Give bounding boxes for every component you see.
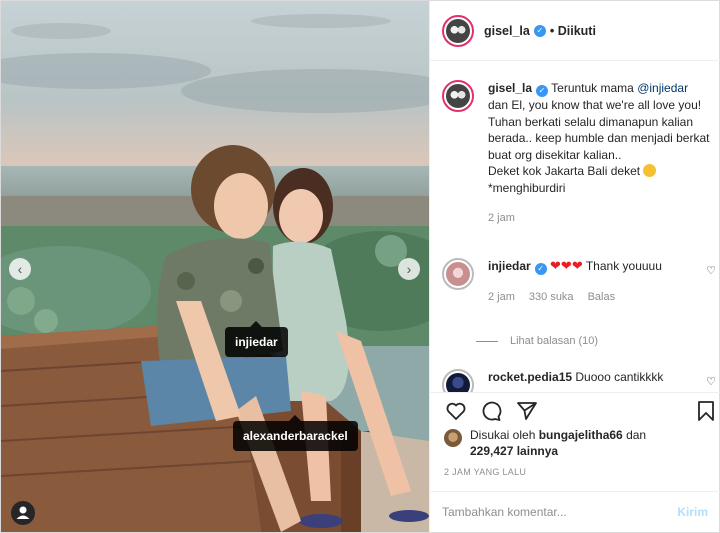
caption-time[interactable]: 2 jam	[488, 212, 515, 224]
chevron-left-icon[interactable]: ‹	[9, 258, 31, 280]
comment-username[interactable]: rocket.pedia15	[488, 370, 572, 384]
add-comment-bar: Kirim	[430, 491, 720, 532]
verified-badge-icon: ✓	[533, 24, 546, 37]
comment-text: Thank youuuu	[585, 259, 662, 273]
avatar[interactable]	[442, 80, 474, 112]
caption-text: dan El, you know that we're all love you…	[488, 98, 702, 112]
post-sidebar: gisel_la ✓ • Diikuti gisel_la ✓ Teruntuk …	[429, 1, 720, 532]
likes-user[interactable]: bungajelitha66	[539, 428, 623, 442]
comments-list: gisel_la ✓ Teruntuk mama @injiedar dan El…	[430, 62, 720, 392]
heart-emoji-icon: ❤❤❤	[550, 258, 583, 273]
avatar[interactable]	[442, 258, 474, 290]
post-time[interactable]: 2 JAM YANG LALU	[444, 467, 526, 477]
likes-count[interactable]: 229,427	[470, 444, 513, 458]
chevron-right-icon[interactable]: ›	[398, 258, 420, 280]
heart-icon[interactable]	[444, 399, 468, 423]
sad-face-emoji-icon	[643, 164, 657, 177]
action-bar	[430, 392, 720, 428]
post-photo[interactable]: ‹ › injiedar alexanderbarackel	[1, 1, 429, 532]
caption-mention[interactable]: @injiedar	[637, 81, 688, 95]
likes-prefix: Disukai oleh	[470, 428, 539, 442]
view-replies-label[interactable]: Lihat balasan (10)	[510, 335, 598, 347]
caption-username[interactable]: gisel_la	[488, 81, 532, 95]
follow-state[interactable]: • Diikuti	[550, 24, 596, 38]
post-comment-button[interactable]: Kirim	[677, 505, 708, 519]
avatar[interactable]	[442, 14, 474, 47]
caption-text: Teruntuk mama	[551, 81, 638, 95]
caption-text: Tuhan berkati selalu dimanapun kalian be…	[488, 114, 710, 162]
likes-suffix[interactable]: lainnya	[513, 444, 558, 458]
photo-tag[interactable]: alexanderbarackel	[233, 415, 358, 451]
user-icon	[16, 506, 30, 519]
user-icon[interactable]	[11, 501, 35, 525]
post-header: gisel_la ✓ • Diikuti	[430, 1, 720, 61]
share-icon[interactable]	[515, 399, 539, 423]
view-replies[interactable]: Lihat balasan (10)	[476, 335, 598, 347]
photo-image	[1, 1, 429, 532]
verified-badge-icon: ✓	[534, 263, 547, 275]
comment-text: Duooo cantikkkk	[575, 370, 664, 384]
comment-time[interactable]: 2 jam	[488, 291, 515, 303]
reply-button[interactable]: Balas	[588, 291, 616, 303]
comment-icon[interactable]	[479, 399, 503, 423]
caption-text: Deket kok Jakarta Bali deket	[488, 164, 641, 178]
comment-likes[interactable]: 330 suka	[529, 291, 574, 303]
likes-summary: Disukai oleh bungajelitha66 dan 229,427 …	[444, 427, 714, 459]
header-username[interactable]: gisel_la	[484, 24, 530, 38]
comment-input[interactable]	[442, 505, 678, 519]
comment-like-icon[interactable]: ♡	[706, 375, 716, 388]
bookmark-icon[interactable]	[694, 399, 718, 423]
comment-like-icon[interactable]: ♡	[706, 264, 716, 277]
comment-username[interactable]: injiedar	[488, 259, 531, 273]
likes-and: dan	[622, 428, 647, 442]
comment: rocket.pedia15 Duooo cantikkkk ♡	[442, 369, 716, 392]
avatar[interactable]	[442, 369, 474, 392]
caption-text: *menghiburdiri	[488, 180, 566, 195]
verified-badge-icon: ✓	[536, 85, 549, 97]
photo-tag[interactable]: injiedar	[225, 321, 288, 357]
avatar[interactable]	[444, 429, 462, 447]
